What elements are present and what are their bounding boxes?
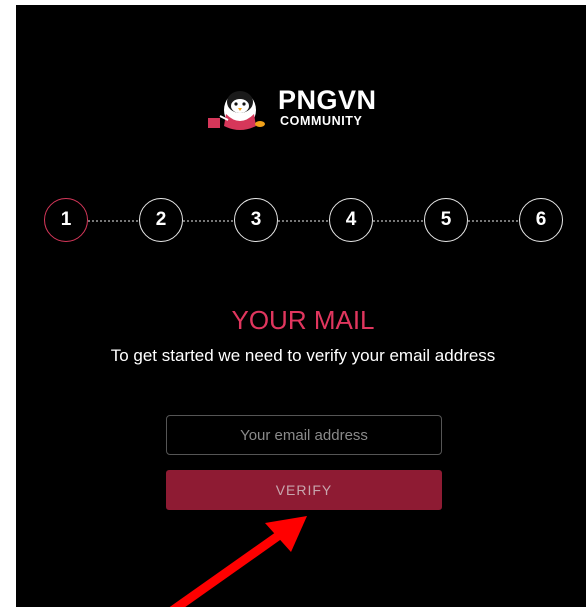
annotation-arrow-icon (169, 516, 307, 607)
